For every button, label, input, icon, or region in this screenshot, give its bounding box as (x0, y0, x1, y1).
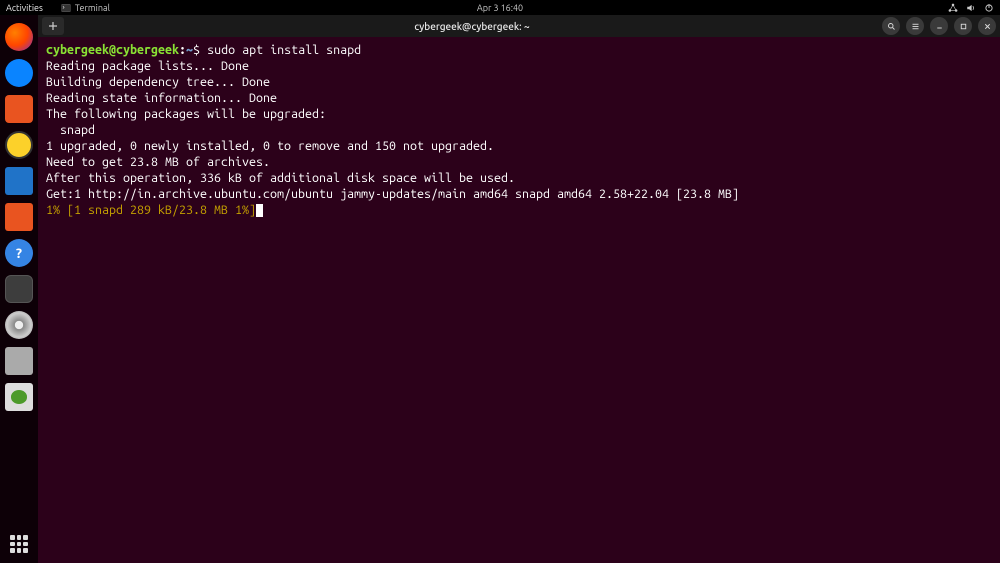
clock[interactable]: Apr 3 16:40 (477, 3, 523, 13)
command-text: sudo apt install snapd (207, 43, 361, 57)
output-line: Reading state information... Done (46, 91, 277, 105)
dock-help[interactable]: ? (5, 239, 33, 267)
dock: ? (0, 15, 38, 563)
output-line: Reading package lists... Done (46, 59, 249, 73)
menu-button[interactable] (906, 17, 924, 35)
prompt-path: ~ (186, 43, 193, 57)
output-line: Get:1 http://in.archive.ubuntu.com/ubunt… (46, 187, 739, 201)
dock-files[interactable] (5, 95, 33, 123)
output-line: After this operation, 336 kB of addition… (46, 171, 515, 185)
dock-ubuntu-software[interactable] (5, 203, 33, 231)
minimize-icon (935, 22, 944, 31)
titlebar: cybergeek@cybergeek: ~ (38, 15, 1000, 37)
output-line: The following packages will be upgraded: (46, 107, 326, 121)
power-icon (984, 3, 994, 13)
volume-icon (966, 3, 976, 13)
network-icon (948, 3, 958, 13)
dock-firefox[interactable] (5, 23, 33, 51)
prompt-dollar: $ (193, 43, 207, 57)
output-line: Need to get 23.8 MB of archives. (46, 155, 270, 169)
app-menu-label: Terminal (75, 3, 110, 13)
prompt-colon: : (179, 43, 186, 57)
hamburger-icon (911, 22, 920, 31)
app-menu[interactable]: Terminal (61, 3, 110, 13)
close-icon (983, 22, 992, 31)
prompt-user: cybergeek@cybergeek (46, 43, 179, 57)
terminal-body[interactable]: cybergeek@cybergeek:~$ sudo apt install … (38, 37, 1000, 563)
cursor (256, 204, 263, 217)
search-icon (887, 22, 896, 31)
dock-show-apps[interactable] (10, 535, 28, 553)
terminal-small-icon (61, 3, 71, 13)
dock-rhythmbox[interactable] (5, 131, 33, 159)
minimize-button[interactable] (930, 17, 948, 35)
close-button[interactable] (978, 17, 996, 35)
maximize-button[interactable] (954, 17, 972, 35)
dock-libreoffice-writer[interactable] (5, 167, 33, 195)
progress-line: 1% [1 snapd 289 kB/23.8 MB 1%] (46, 203, 256, 217)
status-area[interactable] (948, 3, 994, 13)
maximize-icon (959, 22, 968, 31)
output-line: Building dependency tree... Done (46, 75, 270, 89)
dock-terminal[interactable] (5, 275, 33, 303)
activities-button[interactable]: Activities (6, 3, 43, 13)
plus-icon (48, 21, 58, 31)
dock-thunderbird[interactable] (5, 59, 33, 87)
new-tab-button[interactable] (42, 17, 64, 35)
dock-trash[interactable] (5, 383, 33, 411)
terminal-window: cybergeek@cybergeek: ~ cybergeek@cyberge… (38, 15, 1000, 563)
top-panel: Activities Terminal Apr 3 16:40 (0, 0, 1000, 15)
dock-disk[interactable] (5, 311, 33, 339)
window-title: cybergeek@cybergeek: ~ (68, 21, 876, 32)
search-button[interactable] (882, 17, 900, 35)
output-line: 1 upgraded, 0 newly installed, 0 to remo… (46, 139, 494, 153)
output-line: snapd (46, 123, 95, 137)
dock-removable-drive[interactable] (5, 347, 33, 375)
